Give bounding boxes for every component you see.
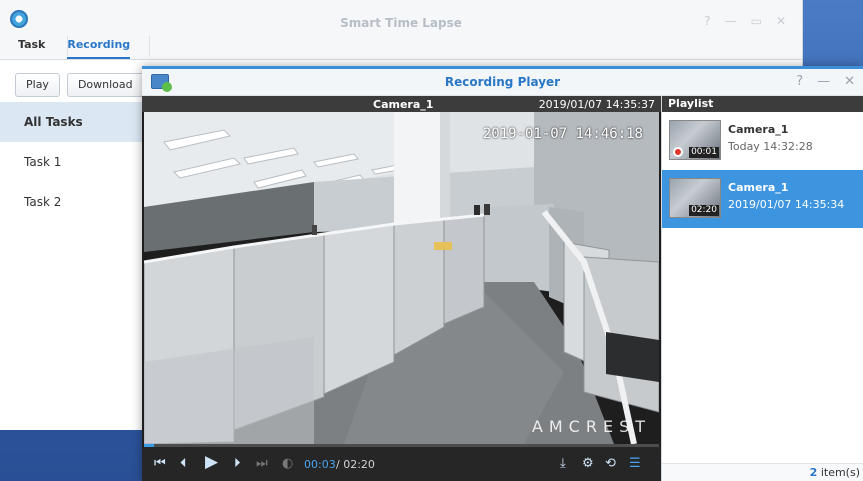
app-title: Smart Time Lapse [340, 16, 462, 30]
tab-divider [149, 36, 150, 56]
video-camera-name: Camera_1 [373, 98, 434, 111]
sidebar-item-all-tasks[interactable]: All Tasks [0, 102, 142, 142]
play-icon[interactable]: ▶ [205, 453, 218, 471]
sidebar-item-task-1[interactable]: Task 1 [0, 142, 142, 182]
app-window-controls: ? — ▭ ✕ [704, 14, 786, 28]
recording-thumbnail: 00:01 [669, 120, 721, 160]
playlist-item[interactable]: 00:01 Camera_1 Today 14:32:28 [662, 112, 863, 170]
minimize-icon[interactable]: — [725, 14, 737, 28]
skip-end-icon: ⏭ [256, 456, 268, 471]
task-sidebar: All Tasks Task 1 Task 2 [0, 102, 142, 430]
volume-icon[interactable]: ◐ [282, 455, 293, 473]
player-titlebar: Recording Player ? — ✕ [142, 66, 863, 96]
sidebar-item-task-2[interactable]: Task 2 [0, 182, 142, 222]
prev-frame-icon[interactable]: ⏴ [180, 455, 187, 473]
video-datetime: 2019/01/07 14:35:37 [538, 98, 655, 111]
video-frame[interactable]: 2019-01-07 14:46:18 AMCREST [144, 112, 659, 444]
app-toolbar: Play Download [15, 73, 144, 97]
playlist-item-time: 2019/01/07 14:35:34 [728, 198, 845, 211]
office-camera-view [144, 112, 659, 444]
video-overlay-timestamp: 2019-01-07 14:46:18 [482, 126, 643, 142]
player-title: Recording Player [444, 75, 561, 89]
next-frame-icon[interactable]: ⏵ [234, 455, 241, 473]
close-icon[interactable]: ✕ [844, 74, 855, 89]
help-icon[interactable]: ? [796, 74, 803, 89]
video-header: Camera_1 2019/01/07 14:35:37 [142, 96, 661, 112]
list-icon[interactable]: ☰ [629, 455, 641, 473]
player-window-controls: ? — ✕ [796, 74, 855, 89]
playlist-footer: 2 item(s) [662, 463, 863, 481]
current-time: 00:03 [304, 458, 336, 471]
thumbnail-duration: 02:20 [689, 205, 719, 216]
recording-thumbnail: 02:20 [669, 178, 721, 218]
tab-recording[interactable]: Recording [67, 38, 131, 59]
download-button[interactable]: Download [66, 73, 144, 97]
playlist-count-label: item(s) [820, 466, 860, 479]
thumbnail-duration: 00:01 [689, 147, 719, 158]
amcrest-watermark: AMCREST [531, 417, 651, 436]
playlist-item-name: Camera_1 [728, 181, 789, 194]
skip-start-icon[interactable]: ⏮ [154, 455, 166, 473]
tab-task[interactable]: Task [18, 38, 45, 59]
download-icon[interactable]: ⤓ [560, 455, 566, 473]
close-icon[interactable]: ✕ [776, 14, 786, 28]
video-panel: Camera_1 2019/01/07 14:35:37 2019-01-07 … [142, 96, 661, 481]
recording-player-window: Recording Player ? — ✕ Camera_1 2019/01/… [142, 66, 863, 481]
playlist-item-time: Today 14:32:28 [728, 140, 813, 153]
playlist-item-name: Camera_1 [728, 123, 789, 136]
play-button[interactable]: Play [15, 73, 60, 97]
maximize-icon[interactable]: ▭ [751, 14, 762, 28]
help-icon[interactable]: ? [704, 14, 710, 28]
playlist-header: Playlist [662, 96, 863, 112]
total-time: / 02:20 [336, 458, 375, 471]
repeat-icon[interactable]: ⟲ [605, 455, 616, 473]
minimize-icon[interactable]: — [817, 74, 830, 89]
playlist-panel: Playlist 00:01 Camera_1 Today 14:32:28 0… [661, 96, 863, 481]
player-controls: ⏮ ⏴ ▶ ⏵ ⏭ ◐ 00:03 / 02:20 ⤓ ⚙ ⟲ ☰ [142, 447, 661, 481]
playlist-item-selected[interactable]: 02:20 Camera_1 2019/01/07 14:35:34 [662, 170, 863, 228]
app-tabs: Task Recording [18, 38, 131, 59]
playlist-count: 2 [809, 466, 818, 479]
app-titlebar: Smart Time Lapse ? — ▭ ✕ Task Recording [0, 0, 802, 60]
settings-icon[interactable]: ⚙ [582, 455, 594, 473]
recording-dot-icon [673, 147, 683, 157]
